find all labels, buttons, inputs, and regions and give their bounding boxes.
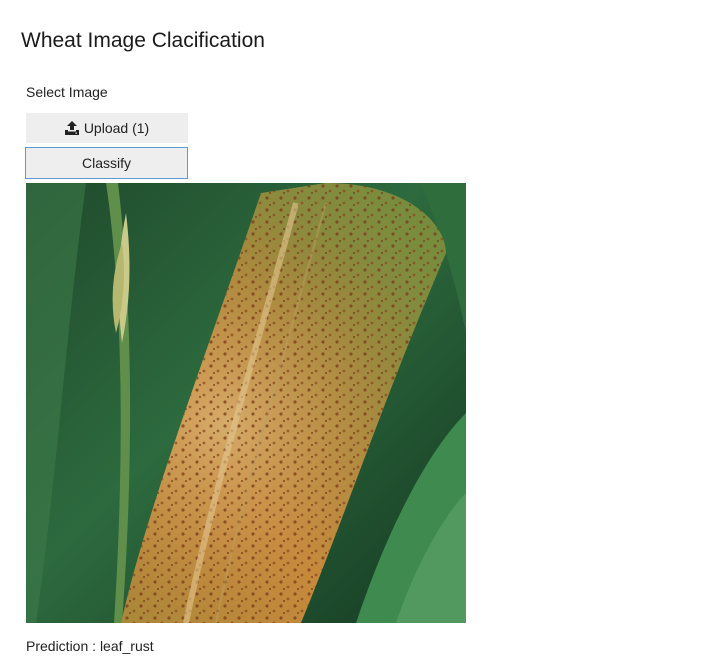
wheat-leaf-image: [26, 183, 466, 623]
page-title: Wheat Image Clacification: [21, 29, 265, 52]
classify-button[interactable]: Classify: [25, 147, 188, 179]
prediction-value: leaf_rust: [99, 638, 154, 654]
select-image-label: Select Image: [26, 84, 108, 100]
upload-button[interactable]: Upload (1): [26, 113, 188, 143]
app-page: Wheat Image Clacification Select Image U…: [0, 0, 706, 657]
uploaded-image-preview: [26, 183, 466, 623]
upload-button-label: Upload (1): [83, 120, 150, 136]
prediction-prefix: Prediction :: [26, 638, 100, 654]
upload-icon: [64, 121, 79, 135]
prediction-result: Prediction : leaf_rust: [26, 637, 154, 655]
